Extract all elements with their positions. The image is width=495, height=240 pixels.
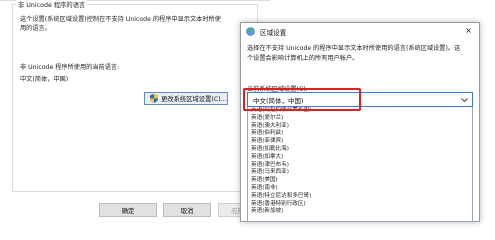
list-item[interactable]: 英语(加勒比海)	[248, 146, 472, 154]
locale-options-list[interactable]: 英语(阿拉伯联合酋长国) 英语(爱尔兰) 英语(澳大利亚) 英语(伯利兹) 英语…	[247, 107, 473, 222]
list-item[interactable]: 英语(爱尔兰)	[248, 115, 472, 123]
highlight-annotation	[243, 88, 361, 111]
description-line-1: 这个设置(系统区域设置)控制在不支持 Unicode 的程序中显示文本时所使	[20, 16, 221, 23]
description-line-2: 用的语言。	[20, 25, 51, 32]
globe-icon	[246, 27, 255, 36]
dialog-description-line-2: 个设置会影响计算机上的所有用户帐户。	[247, 54, 359, 62]
dialog-title-bar[interactable]: 区域设置 ×	[241, 23, 479, 41]
dialog-description-line-1: 选择在不支持 Unicode 的程序中显示文本时所使用的语言(系统区域设置)。这	[247, 45, 461, 52]
uac-shield-icon	[150, 94, 158, 103]
cancel-button[interactable]: 取消	[163, 203, 211, 217]
close-icon[interactable]: ×	[465, 26, 472, 35]
chevron-down-icon	[461, 98, 468, 103]
list-item[interactable]: 英语(菲律宾)	[248, 138, 472, 146]
list-item[interactable]: 英语(马来西亚)	[248, 169, 472, 177]
list-item[interactable]: 英语(美国)	[248, 177, 472, 185]
group-title-non-unicode: 非 Unicode 程序的语言	[16, 0, 88, 9]
change-system-locale-label: 更改系统区域设置(C)...	[161, 96, 227, 103]
dialog-description: 选择在不支持 Unicode 的程序中显示文本时所使用的语言(系统区域设置)。这…	[247, 44, 473, 63]
list-item[interactable]: 英语(南非)	[248, 185, 472, 193]
dialog-title: 区域设置	[260, 29, 287, 37]
list-item[interactable]: 英语(新加坡)	[248, 208, 472, 216]
ok-button[interactable]: 确定	[99, 203, 157, 217]
region-settings-dialog: 区域设置 × 选择在不支持 Unicode 的程序中显示文本时所使用的语言(系统…	[240, 22, 480, 222]
list-item[interactable]: 英语(加拿大)	[248, 154, 472, 162]
list-item[interactable]: 英语(特立尼达和多巴哥)	[248, 193, 472, 201]
region-control-panel: 非 Unicode 程序的语言 这个设置(系统区域设置)控制在不支持 Unico…	[0, 0, 270, 222]
change-system-locale-button[interactable]: 更改系统区域设置(C)...	[144, 92, 228, 105]
current-language-label: 非 Unicode 程序所使用的当前语言:	[20, 64, 120, 71]
current-language-value: 中文(简体，中国)	[20, 76, 69, 83]
